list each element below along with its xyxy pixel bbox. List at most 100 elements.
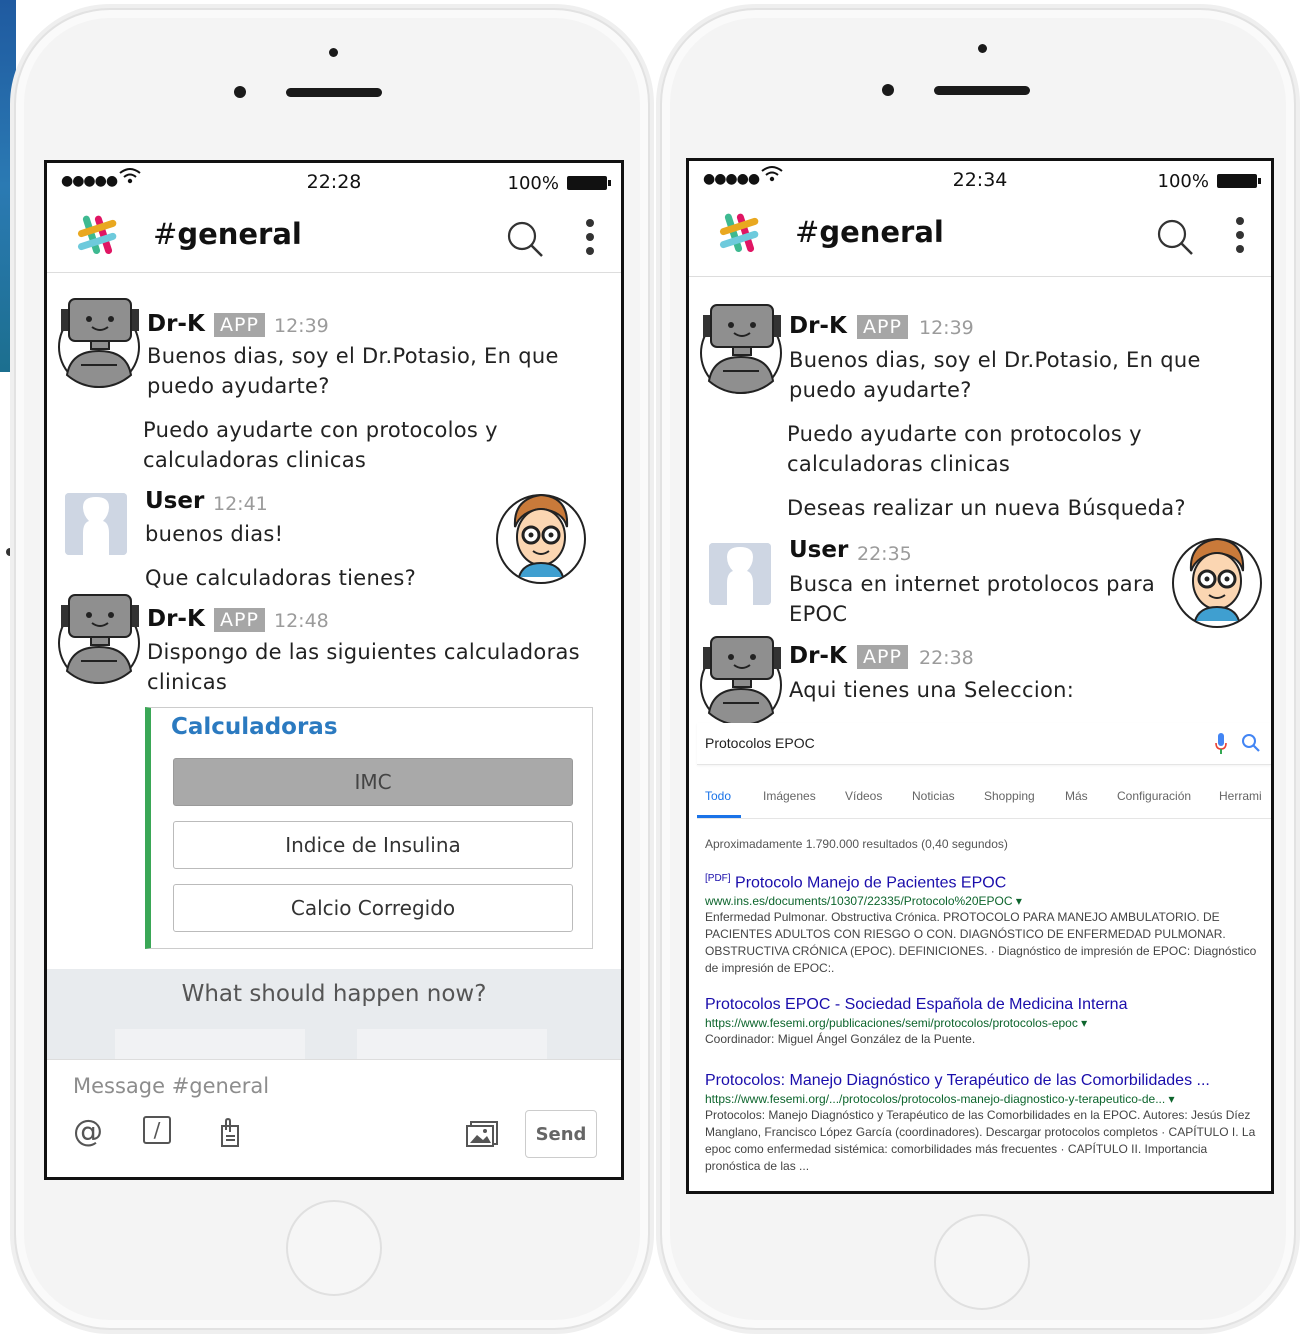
front-camera-dot — [978, 44, 987, 53]
sender-name[interactable]: User — [145, 488, 204, 514]
slash-icon[interactable]: / — [143, 1116, 171, 1144]
result-title-link[interactable]: [PDF] Protocolo Manejo de Pacientes EPOC — [705, 869, 1265, 893]
sender-name[interactable]: Dr-K — [789, 643, 847, 669]
prompt-area: What should happen now? — [47, 969, 621, 1069]
robot-avatar-icon — [700, 304, 782, 395]
result-title[interactable]: Protocolo Manejo de Pacientes EPOC — [735, 874, 1006, 891]
robot-avatar-icon — [700, 636, 782, 727]
result-url[interactable]: https://www.fesemi.org/.../protocolos/pr… — [705, 1091, 1265, 1107]
front-camera — [234, 86, 246, 98]
phone-left: ●●●●● 22:28 100% #general Dr-K APP 12:39… — [14, 8, 650, 1330]
result-url[interactable]: https://www.fesemi.org/publicaciones/sem… — [705, 1015, 1265, 1031]
result-url[interactable]: www.ins.es/documents/10307/22335/Protoco… — [705, 893, 1265, 909]
home-button[interactable] — [286, 1200, 382, 1296]
result-title-link[interactable]: Protocolos: Manejo Diagnóstico y Terapéu… — [705, 1071, 1265, 1091]
message-time[interactable]: 22:35 — [857, 543, 912, 565]
message-line: Puedo ayudarte con protocolos y — [787, 422, 1142, 446]
more-vert-icon[interactable] — [585, 219, 595, 259]
home-button[interactable] — [934, 1214, 1030, 1310]
robot-avatar-icon — [58, 298, 140, 389]
front-camera-dot — [329, 48, 338, 57]
background-dot — [6, 548, 14, 556]
insulin-index-button[interactable]: Indice de Insulina — [173, 821, 573, 869]
channel-header: #general — [47, 199, 621, 273]
tab-videos[interactable]: Vídeos — [845, 789, 882, 803]
slack-logo-icon[interactable] — [715, 209, 763, 257]
battery-icon — [1217, 174, 1261, 188]
google-query[interactable]: Protocolos EPOC — [705, 735, 815, 751]
active-tab-indicator — [697, 815, 741, 818]
message-time[interactable]: 22:38 — [919, 647, 974, 669]
message-text-followup: Puedo ayudarte con protocolos y calculad… — [787, 419, 1142, 479]
send-button[interactable]: Send — [525, 1110, 597, 1158]
battery-icon — [567, 176, 611, 190]
search-icon[interactable] — [1155, 217, 1195, 257]
message-line: Busca en internet protolocos para — [789, 572, 1156, 596]
sender-name[interactable]: Dr-K — [147, 606, 205, 632]
attach-file-icon[interactable] — [217, 1118, 243, 1148]
search-icon[interactable] — [505, 219, 545, 259]
search-icon[interactable] — [1241, 733, 1261, 753]
message-text: Buenos dias, soy el Dr.Potasio, En que p… — [147, 341, 559, 401]
prompt-text: What should happen now? — [181, 981, 487, 1007]
channel-hash: # — [795, 215, 820, 249]
status-bar: ●●●●● 22:34 100% — [689, 161, 1271, 195]
message-line: Puedo ayudarte con protocolos y — [143, 418, 498, 442]
earpiece-speaker — [934, 86, 1030, 95]
corrected-calcium-button[interactable]: Calcio Corregido — [173, 884, 573, 932]
sender-name[interactable]: Dr-K — [789, 313, 847, 339]
more-vert-icon[interactable] — [1235, 217, 1245, 257]
message-text: buenos dias! — [145, 522, 284, 546]
channel-name: general — [819, 215, 944, 249]
tab-noticias[interactable]: Noticias — [912, 789, 955, 803]
pdf-tag: [PDF] — [705, 873, 731, 884]
google-tabs: Todo Imágenes Vídeos Noticias Shopping M… — [697, 765, 1271, 819]
message-line: puedo ayudarte? — [789, 378, 972, 402]
robot-avatar-icon — [58, 594, 140, 685]
sender-name[interactable]: User — [789, 537, 848, 563]
search-result: [PDF] Protocolo Manejo de Pacientes EPOC… — [705, 869, 1265, 977]
image-icon[interactable] — [465, 1118, 501, 1148]
tab-shopping[interactable]: Shopping — [984, 789, 1035, 803]
message-line: Dispongo de las siguientes calculadoras — [147, 640, 580, 664]
message-time[interactable]: 12:39 — [274, 315, 329, 337]
channel-title[interactable]: #general — [795, 215, 944, 249]
message-line: EPOC — [789, 602, 848, 626]
status-bar: ●●●●● 22:28 100% — [47, 163, 621, 197]
tab-configuracion[interactable]: Configuración — [1117, 789, 1191, 803]
slack-logo-icon[interactable] — [73, 211, 121, 259]
tab-herramientas[interactable]: Herrami — [1219, 789, 1262, 803]
user-placeholder-icon[interactable] — [709, 543, 771, 605]
sender-name[interactable]: Dr-K — [147, 311, 205, 337]
battery-percent: 100% — [1157, 171, 1209, 192]
message-line: calculadoras clinicas — [787, 452, 1011, 476]
google-results-panel: Protocolos EPOC Todo Imágenes Vídeos Not… — [697, 723, 1271, 1191]
message-text: Busca en internet protolocos para EPOC — [789, 569, 1169, 629]
message-text-followup: Deseas realizar un nueva Búsqueda? — [787, 496, 1186, 520]
message-time[interactable]: 12:41 — [213, 493, 268, 515]
app-badge: APP — [214, 313, 265, 337]
app-badge: APP — [214, 608, 265, 632]
message-time[interactable]: 12:39 — [919, 317, 974, 339]
channel-name: general — [177, 217, 302, 251]
channel-title[interactable]: #general — [153, 217, 302, 251]
at-icon[interactable]: @ — [73, 1114, 103, 1149]
tab-mas[interactable]: Más — [1065, 789, 1088, 803]
message-input[interactable]: Message #general — [73, 1074, 269, 1098]
result-snippet: Protocolos: Manejo Diagnóstico y Terapéu… — [705, 1108, 1256, 1173]
imc-button[interactable]: IMC — [173, 758, 573, 806]
google-search-bar[interactable]: Protocolos EPOC — [697, 723, 1271, 765]
message-text-followup: Puedo ayudarte con protocolos y calculad… — [143, 415, 498, 475]
result-title-link[interactable]: Protocolos EPOC - Sociedad Española de M… — [705, 995, 1265, 1015]
tab-todo[interactable]: Todo — [705, 789, 731, 803]
battery-percent: 100% — [507, 173, 559, 194]
message-time[interactable]: 12:48 — [274, 610, 329, 632]
user-placeholder-icon[interactable] — [65, 493, 127, 555]
message-text: Aqui tienes una Seleccion: — [789, 678, 1075, 702]
result-stats: Aproximadamente 1.790.000 resultados (0,… — [705, 837, 1008, 851]
mic-icon[interactable] — [1215, 733, 1227, 755]
doctor-avatar-icon — [496, 493, 586, 584]
tab-imagenes[interactable]: Imágenes — [763, 789, 816, 803]
calculators-attachment: Calculadoras IMC Indice de Insulina Calc… — [145, 707, 593, 949]
result-snippet: Enfermedad Pulmonar. Obstructiva Crónica… — [705, 910, 1257, 976]
